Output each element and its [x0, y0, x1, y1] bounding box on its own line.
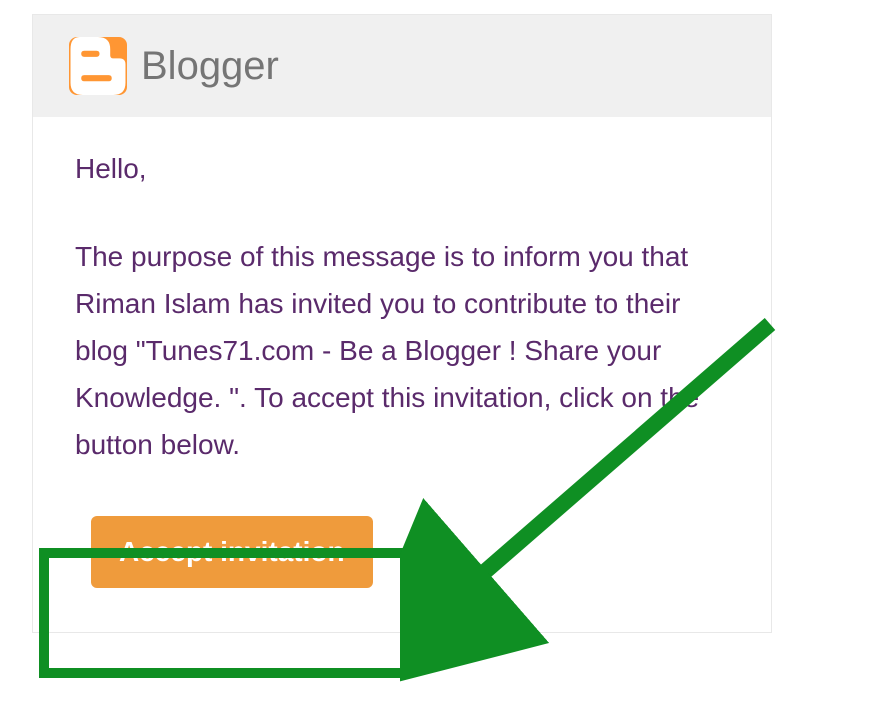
accept-invitation-button[interactable]: Accept invitation [91, 516, 373, 588]
email-header: Blogger [33, 15, 771, 117]
email-invitation-card: Blogger Hello, The purpose of this messa… [32, 14, 772, 633]
email-body: Hello, The purpose of this message is to… [33, 117, 771, 632]
blogger-logo-b [69, 37, 127, 95]
service-name-label: Blogger [141, 44, 279, 89]
blogger-icon [69, 37, 127, 95]
button-container: Accept invitation [67, 492, 397, 612]
invitation-message: The purpose of this message is to inform… [75, 233, 729, 468]
greeting-text: Hello, [75, 153, 729, 185]
